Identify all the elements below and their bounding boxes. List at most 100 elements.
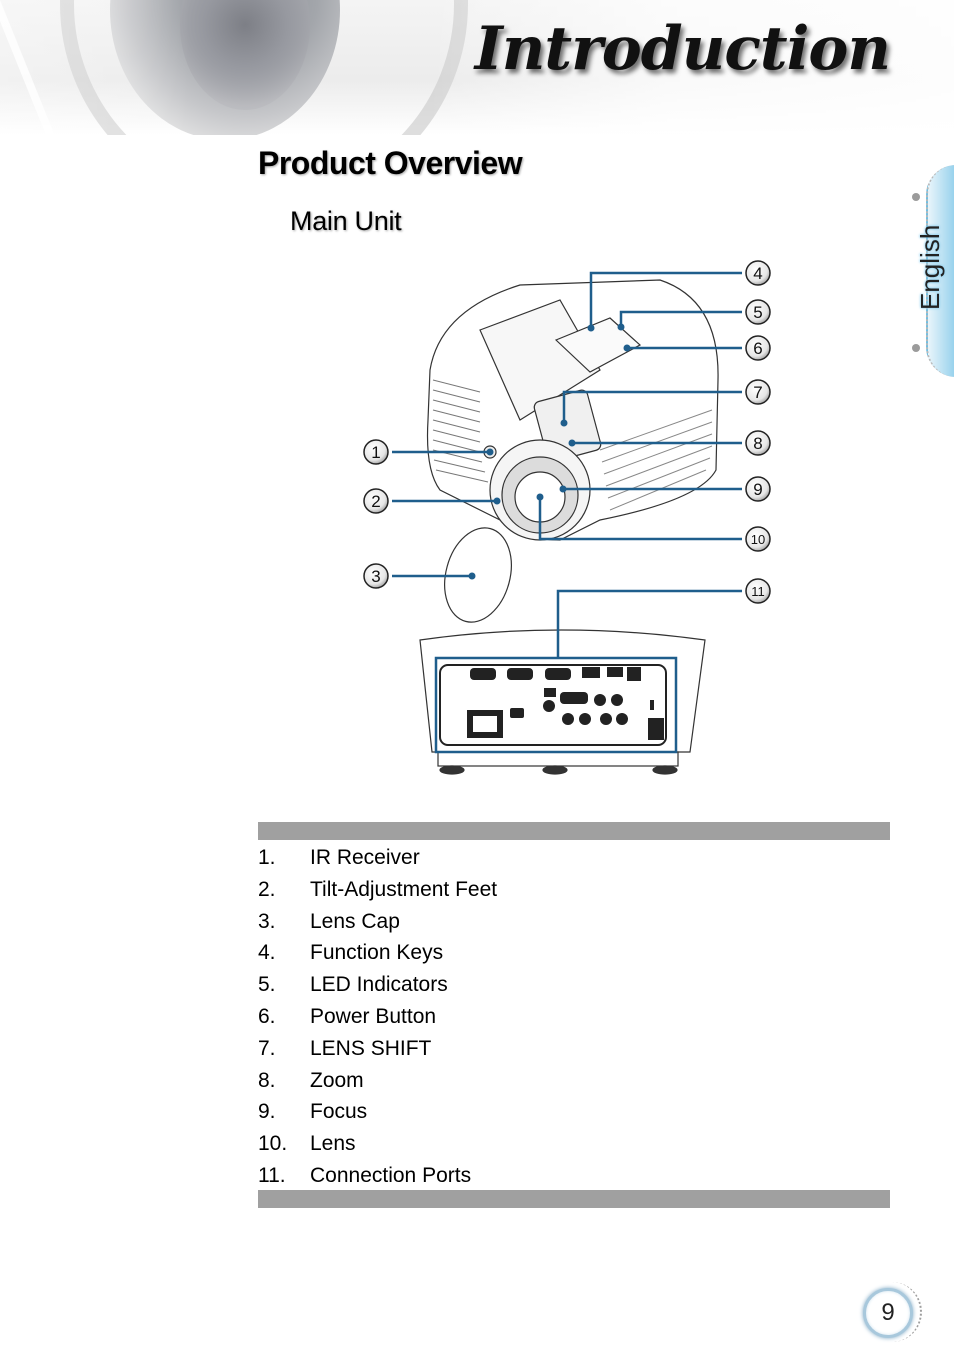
list-item-number: 5. [258, 973, 276, 997]
callout-number: 10 [751, 532, 765, 547]
list-item-label: Function Keys [310, 941, 444, 965]
callout-number: 7 [753, 383, 762, 402]
rear-unit-body [419, 629, 706, 753]
list-item-number: 2. [258, 877, 276, 901]
callout-badge-circle [745, 578, 771, 604]
list-item-label: Zoom [310, 1068, 364, 1092]
callout-number: 9 [753, 480, 762, 499]
list-item-label: Connection Ports [310, 1163, 472, 1187]
list-item-label: LENS SHIFT [310, 1036, 432, 1060]
rear-foot-center [542, 765, 568, 775]
list-item-number: 9. [258, 1100, 276, 1124]
connection-ports [467, 667, 664, 740]
lens-shift-window [533, 389, 602, 463]
list-item: 3. Lens Cap [258, 906, 890, 938]
language-tab-dot-top [912, 193, 920, 201]
callout-badge-circle [745, 260, 771, 286]
callout-dots [468, 323, 631, 580]
callout-badge: 10 [745, 526, 771, 552]
callout-badge-circle [745, 526, 771, 552]
language-label[interactable]: English [915, 225, 946, 310]
callout-badge: 11 [745, 578, 771, 604]
callout-badge: 3 [363, 563, 389, 589]
callout-badge: 9 [745, 476, 771, 502]
callout-badge-circle [363, 439, 389, 465]
list-item: 11. Connection Ports [258, 1160, 890, 1192]
rear-panel [439, 664, 667, 746]
list-item-label: Focus [310, 1100, 368, 1124]
lens-glass [514, 471, 566, 523]
callout-badge-circle [745, 430, 771, 456]
page-number: 9 [863, 1288, 913, 1338]
callout-badge: 7 [745, 379, 771, 405]
right-vents [599, 409, 713, 511]
list-item: 7. LENS SHIFT [258, 1033, 890, 1065]
list-item-number: 10. [258, 1132, 288, 1156]
list-item-label: Lens [310, 1132, 356, 1156]
callout-badge-circle [745, 476, 771, 502]
section-subtitle: Main Unit [290, 206, 402, 236]
list-top-bar [258, 822, 890, 840]
callout-number: 6 [753, 339, 762, 358]
list-item-label: LED Indicators [310, 973, 448, 997]
connection-ports-highlight [434, 656, 678, 754]
list-item: 2. Tilt-Adjustment Feet [258, 874, 890, 906]
callout-badge-circle [745, 379, 771, 405]
list-item: 10. Lens [258, 1128, 890, 1160]
callout-badges: 1 2 3 4 5 6 7 8 9 10 11 [363, 260, 771, 604]
list-item-number: 3. [258, 909, 276, 933]
rear-unit-base [437, 751, 679, 767]
left-vents [432, 379, 489, 483]
callout-badge: 8 [745, 430, 771, 456]
callout-number: 5 [753, 303, 762, 322]
callout-badge: 2 [363, 488, 389, 514]
list-item-label: Lens Cap [310, 909, 400, 933]
section-title: Product Overview [258, 145, 523, 181]
rear-foot-right [652, 765, 678, 775]
list-item: 6. Power Button [258, 1001, 890, 1033]
list-item-label: IR Receiver [310, 846, 420, 869]
control-panel [554, 317, 642, 373]
list-item-number: 8. [258, 1068, 276, 1092]
callout-badge: 4 [745, 260, 771, 286]
callout-badge-circle [745, 299, 771, 325]
list-item-number: 7. [258, 1036, 276, 1060]
callout-badge-circle [363, 488, 389, 514]
list-bottom-bar [258, 1190, 890, 1208]
list-item-number: 6. [258, 1004, 276, 1028]
power-socket [473, 716, 497, 732]
list-item-number: 1. [258, 846, 276, 869]
list-item: 9. Focus [258, 1096, 890, 1128]
callout-line-5 [619, 310, 742, 327]
callout-badge-circle [363, 563, 389, 589]
projector-top-panel [479, 299, 601, 421]
callout-line-7 [562, 390, 742, 423]
list-item-number: 11. [258, 1163, 286, 1187]
list-item: 5. LED Indicators [258, 969, 890, 1001]
callout-line-4 [589, 271, 742, 328]
callout-number: 4 [753, 264, 762, 283]
callout-lines [392, 271, 742, 754]
callout-badge: 5 [745, 299, 771, 325]
lens-cap [444, 527, 512, 623]
language-tab-dot-bottom [912, 344, 920, 352]
list-item: 4. Function Keys [258, 937, 890, 969]
list-item-label: Tilt-Adjustment Feet [310, 877, 498, 901]
callout-line-10 [538, 497, 742, 541]
list-item: 8. Zoom [258, 1065, 890, 1097]
callout-number: 2 [371, 492, 380, 511]
list-item-number: 4. [258, 941, 276, 965]
callout-number: 1 [371, 443, 380, 462]
rear-foot-left [439, 765, 465, 775]
parts-list: 1. IR Receiver 2. Tilt-Adjustment Feet 3. Len… [258, 842, 890, 1192]
callout-badge: 6 [745, 335, 771, 361]
lens-outer-ring [489, 439, 591, 541]
chapter-title: Introduction [474, 14, 891, 84]
callout-number: 8 [753, 434, 762, 453]
lens-focus-ring [501, 456, 579, 534]
callout-line-11 [556, 589, 742, 658]
ir-receiver [483, 445, 497, 459]
list-item-label: Power Button [310, 1004, 437, 1028]
callout-badge-circle [745, 335, 771, 361]
callout-badge: 1 [363, 439, 389, 465]
